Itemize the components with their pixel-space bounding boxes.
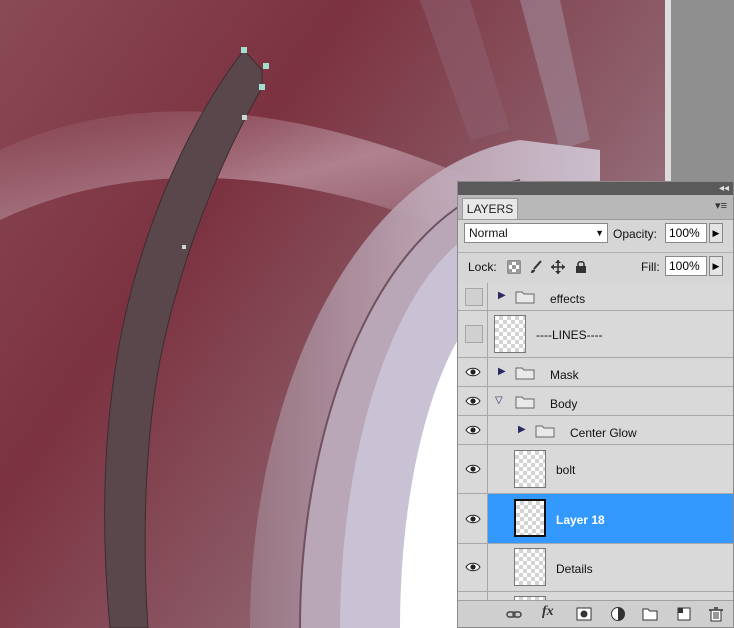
layer-row-effects[interactable]: ▶ effects xyxy=(458,283,733,311)
collapsed-triangle-icon[interactable]: ▶ xyxy=(518,424,526,435)
layers-bottom-toolbar: fx xyxy=(458,600,733,627)
panel-menu-icon[interactable]: ▾≡ xyxy=(715,199,727,212)
canvas-edge-strip xyxy=(665,0,734,182)
visibility-toggle[interactable] xyxy=(458,283,488,310)
layer-name: ----LINES---- xyxy=(536,328,603,342)
chevron-down-icon: ▼ xyxy=(595,228,604,238)
eye-icon[interactable] xyxy=(465,514,481,524)
lock-move-icon[interactable] xyxy=(551,260,565,274)
visibility-toggle[interactable] xyxy=(458,416,488,444)
layer-row-lines[interactable]: ----LINES---- xyxy=(458,311,733,358)
visibility-toggle[interactable] xyxy=(458,358,488,386)
layer-row-body[interactable]: ▽ Body xyxy=(458,387,733,416)
layer-name: Body xyxy=(550,397,578,411)
blend-mode-value: Normal xyxy=(469,226,508,240)
adjustment-icon[interactable] xyxy=(610,606,626,622)
visibility-off-icon[interactable] xyxy=(465,288,483,306)
layer-name: bolt xyxy=(556,463,576,477)
link-icon[interactable] xyxy=(506,606,522,622)
eye-icon[interactable] xyxy=(465,562,481,572)
folder-icon xyxy=(515,367,535,380)
layer-row-layer-18[interactable]: Layer 18 xyxy=(458,494,733,544)
opacity-input[interactable]: 100% xyxy=(665,223,707,243)
opacity-label: Opacity: xyxy=(613,227,658,241)
mask-icon[interactable] xyxy=(576,606,592,622)
visibility-toggle[interactable] xyxy=(458,544,488,591)
layer-name: Layer 18 xyxy=(556,513,605,527)
blend-mode-select[interactable]: Normal ▼ xyxy=(464,223,608,243)
lock-label: Lock: xyxy=(468,260,497,274)
eye-icon[interactable] xyxy=(465,425,481,435)
folder-icon xyxy=(515,291,535,304)
layers-panel: ◂◂ LAYERS ▾≡ Normal ▼ Opacity: 100% ▶ Lo… xyxy=(457,181,734,628)
layer-row-mask[interactable]: ▶ Mask xyxy=(458,358,733,387)
collapse-icon[interactable]: ◂◂ xyxy=(719,182,729,195)
visibility-toggle[interactable] xyxy=(458,387,488,415)
anchor-point xyxy=(242,115,247,120)
collapsed-triangle-icon[interactable]: ▶ xyxy=(498,290,506,301)
panel-tab-row: LAYERS ▾≡ xyxy=(458,195,733,220)
folder-icon xyxy=(535,425,555,438)
layer-name: Details xyxy=(556,562,593,576)
layer-row-center-glow[interactable]: ▶ Center Glow xyxy=(458,416,733,445)
lock-transparency-icon[interactable] xyxy=(507,260,521,274)
layer-name: Center Glow xyxy=(570,426,637,440)
folder-icon[interactable] xyxy=(642,606,658,622)
anchor-point xyxy=(182,245,186,249)
visibility-toggle[interactable] xyxy=(458,445,488,493)
visibility-toggle[interactable] xyxy=(458,311,488,357)
collapsed-triangle-icon[interactable]: ▶ xyxy=(498,366,506,377)
fill-slider-button[interactable]: ▶ xyxy=(709,256,723,276)
layer-row-bolt[interactable]: bolt xyxy=(458,445,733,494)
layer-name: effects xyxy=(550,292,586,306)
visibility-off-icon[interactable] xyxy=(465,325,483,343)
fill-input[interactable]: 100% xyxy=(665,256,707,276)
opacity-slider-button[interactable]: ▶ xyxy=(709,223,723,243)
eye-icon[interactable] xyxy=(465,464,481,474)
eye-icon[interactable] xyxy=(465,396,481,406)
layer-thumbnail xyxy=(514,499,546,537)
lock-brush-icon[interactable] xyxy=(529,260,543,274)
layer-thumbnail xyxy=(514,450,546,488)
tab-layers[interactable]: LAYERS xyxy=(462,198,518,219)
layers-list: ▶ effects ----LINES---- ▶ Mask ▽ Body ▶ … xyxy=(458,283,733,612)
layer-name: Mask xyxy=(550,368,579,382)
fill-label: Fill: xyxy=(641,260,660,274)
anchor-point xyxy=(241,47,247,53)
visibility-toggle[interactable] xyxy=(458,494,488,543)
layer-thumbnail xyxy=(494,315,526,353)
panel-title-bar[interactable]: ◂◂ xyxy=(458,182,733,195)
folder-icon xyxy=(515,396,535,409)
lock-all-icon[interactable] xyxy=(574,260,588,274)
fx-icon[interactable]: fx xyxy=(542,604,558,620)
anchor-point xyxy=(259,84,265,90)
lock-row: Lock: Fill: 100% ▶ xyxy=(458,252,733,283)
blend-row: Normal ▼ Opacity: 100% ▶ xyxy=(458,220,733,250)
expanded-triangle-icon[interactable]: ▽ xyxy=(495,395,503,406)
anchor-point xyxy=(263,63,269,69)
trash-icon[interactable] xyxy=(708,606,724,622)
layer-row-details[interactable]: Details xyxy=(458,544,733,592)
eye-icon[interactable] xyxy=(465,367,481,377)
new-layer-icon[interactable] xyxy=(676,606,692,622)
layer-thumbnail xyxy=(514,548,546,586)
